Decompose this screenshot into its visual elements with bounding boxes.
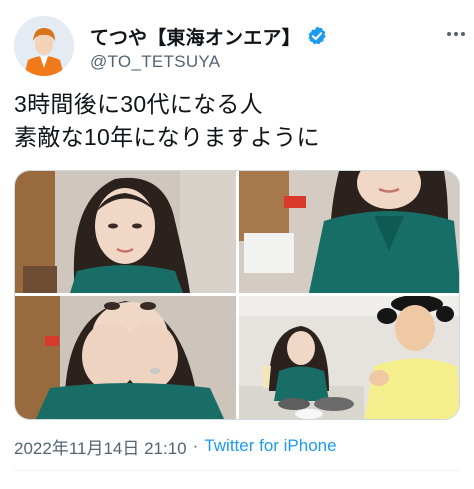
tweet-text-line: 3時間後に30代になる人 xyxy=(14,91,263,117)
verified-badge-icon xyxy=(306,25,328,47)
author-name-row[interactable]: てつや【東海オンエア】 xyxy=(90,22,328,50)
tweet-source-link[interactable]: Twitter for iPhone xyxy=(204,436,336,456)
tweet-text-line: 素敵な10年になりますように xyxy=(14,124,320,150)
photo-4[interactable] xyxy=(239,296,459,419)
photo-1[interactable] xyxy=(15,171,236,293)
tweet-metadata: 2022年11月14日 21:10 · Twitter for iPhone xyxy=(14,434,337,458)
tweet-text: 3時間後に30代になる人 素敵な10年になりますように xyxy=(14,88,454,154)
metadata-separator: · xyxy=(192,436,199,455)
tweet-timestamp[interactable]: 2022年11月14日 21:10 xyxy=(14,434,187,459)
author-display-name: てつや【東海オンエア】 xyxy=(90,27,301,49)
tweet-card: てつや【東海オンエア】 @TO_TETSUYA 3時間後に30代になる人 素敵な… xyxy=(0,0,474,489)
divider xyxy=(14,470,460,471)
media-grid xyxy=(14,170,460,420)
author-avatar[interactable] xyxy=(14,16,74,76)
more-options-icon[interactable] xyxy=(444,22,468,46)
avatar-image xyxy=(14,16,74,76)
photo-3[interactable] xyxy=(15,296,236,419)
photo-2[interactable] xyxy=(239,171,459,293)
author-handle[interactable]: @TO_TETSUYA xyxy=(90,52,220,72)
